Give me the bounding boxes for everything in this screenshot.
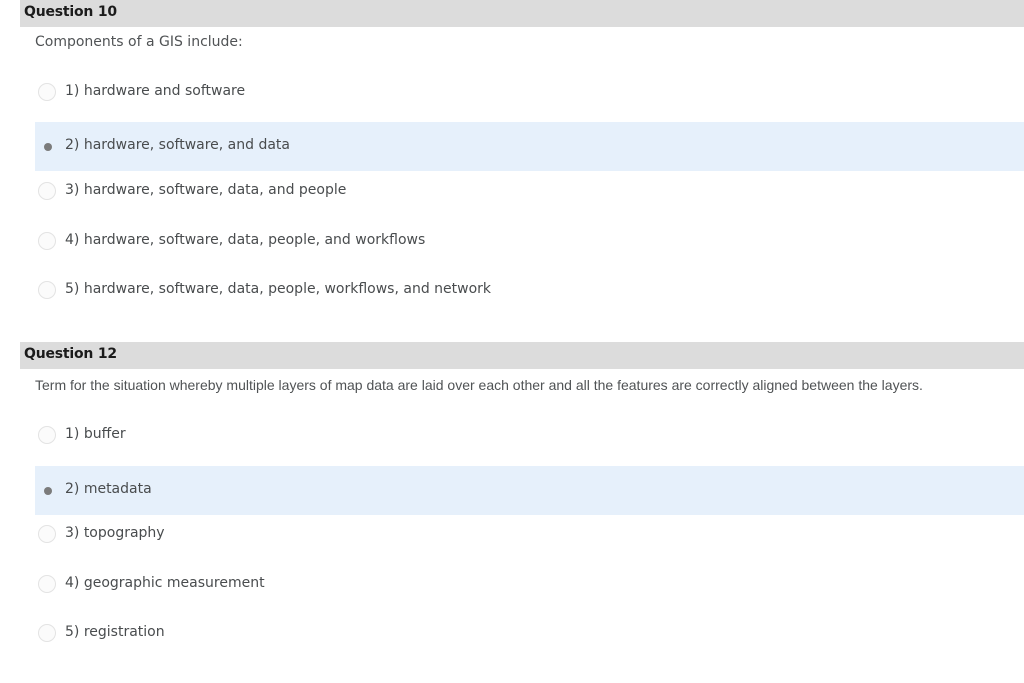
radio-button[interactable] bbox=[38, 481, 56, 499]
question-title: Question 10 bbox=[24, 4, 117, 20]
question-10-header: Question 10 bbox=[20, 0, 1024, 27]
question-text: Term for the situation whereby multiple … bbox=[35, 377, 923, 393]
answer-label: 5) hardware, software, data, people, wor… bbox=[65, 281, 492, 297]
radio-button[interactable] bbox=[38, 232, 56, 250]
radio-button[interactable] bbox=[38, 182, 56, 200]
answer-option[interactable]: 5) registration bbox=[35, 609, 1024, 658]
answer-label: 4) hardware, software, data, people, and… bbox=[65, 232, 426, 248]
radio-button[interactable] bbox=[38, 281, 56, 299]
question-title: Question 12 bbox=[24, 346, 117, 362]
answer-label: 5) registration bbox=[65, 624, 165, 640]
radio-button[interactable] bbox=[38, 137, 56, 155]
answer-option-selected[interactable]: 2) hardware, software, and data bbox=[35, 122, 1024, 171]
radio-dot-icon bbox=[44, 143, 52, 151]
radio-button[interactable] bbox=[38, 83, 56, 101]
answer-label: 4) geographic measurement bbox=[65, 575, 265, 591]
answer-label: 3) topography bbox=[65, 525, 165, 541]
answer-label: 3) hardware, software, data, and people bbox=[65, 182, 347, 198]
radio-button[interactable] bbox=[38, 624, 56, 642]
radio-button[interactable] bbox=[38, 525, 56, 543]
answer-option[interactable]: 4) hardware, software, data, people, and… bbox=[35, 217, 1024, 266]
answer-option-selected[interactable]: 2) metadata bbox=[35, 466, 1024, 515]
radio-button[interactable] bbox=[38, 426, 56, 444]
answer-option[interactable]: 3) topography bbox=[35, 510, 1024, 559]
question-12-header: Question 12 bbox=[20, 342, 1024, 369]
answer-option[interactable]: 1) hardware and software bbox=[35, 68, 1024, 117]
answer-label: 2) metadata bbox=[65, 481, 152, 497]
answer-label: 1) buffer bbox=[65, 426, 126, 442]
answer-option[interactable]: 5) hardware, software, data, people, wor… bbox=[35, 266, 1024, 315]
answer-option[interactable]: 3) hardware, software, data, and people bbox=[35, 167, 1024, 216]
answer-option[interactable]: 1) buffer bbox=[35, 411, 1024, 460]
answer-label: 1) hardware and software bbox=[65, 83, 246, 99]
radio-dot-icon bbox=[44, 487, 52, 495]
question-text: Components of a GIS include: bbox=[35, 34, 243, 50]
answer-label: 2) hardware, software, and data bbox=[65, 137, 291, 153]
answer-option[interactable]: 4) geographic measurement bbox=[35, 560, 1024, 609]
radio-button[interactable] bbox=[38, 575, 56, 593]
